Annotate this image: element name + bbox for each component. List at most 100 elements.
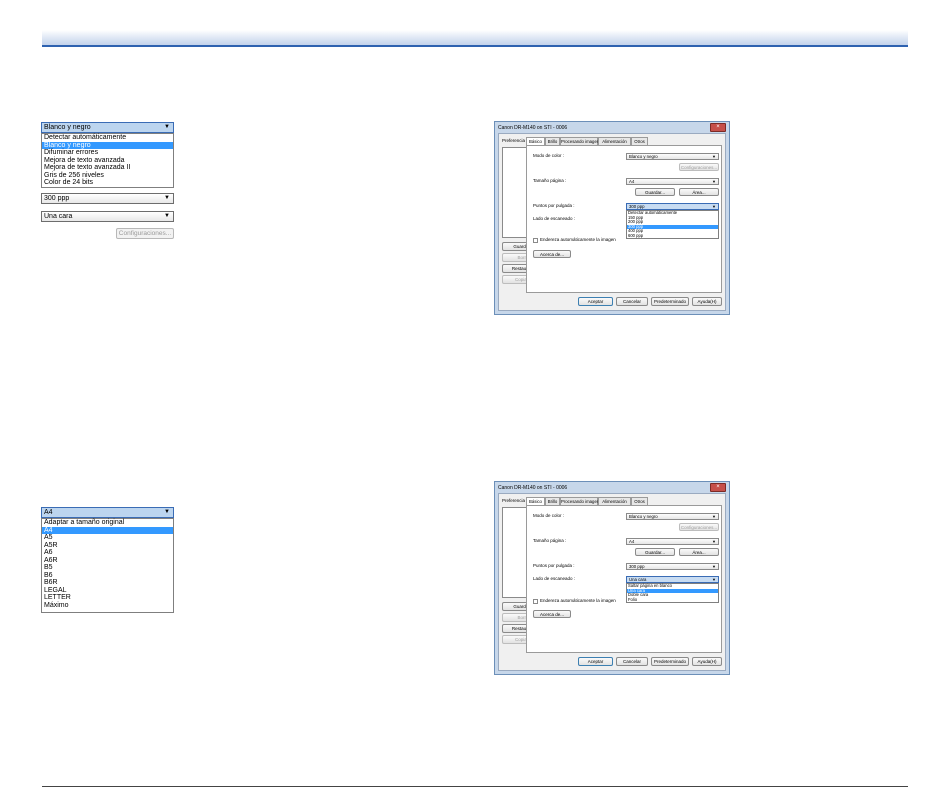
page-size-select[interactable]: A4 ▼ bbox=[41, 507, 174, 518]
register-button[interactable]: Guardar... bbox=[635, 188, 675, 196]
chevron-down-icon: ▼ bbox=[712, 564, 716, 569]
dialog-dpi-value: 300 ppp bbox=[629, 564, 645, 569]
tab-feeding[interactable]: Alimentación bbox=[598, 137, 631, 145]
scan-side-label: Lado de escaneado : bbox=[533, 216, 576, 221]
about-button[interactable]: Acerca de... bbox=[533, 250, 571, 258]
dialog-side-value: Una cara bbox=[629, 577, 647, 582]
dpi-label: Puntos por pulgada : bbox=[533, 563, 575, 568]
basic-tab-panel: Modo de color : Blanco y negro ▼ Configu… bbox=[526, 505, 722, 653]
list-item[interactable]: LETTER bbox=[42, 594, 173, 602]
tab-image-processing[interactable]: Procesando imagen bbox=[560, 137, 599, 145]
default-button[interactable]: Predeterminado bbox=[651, 657, 689, 666]
dialog-page-size-value: A4 bbox=[629, 539, 635, 544]
help-button[interactable]: Ayuda(H) bbox=[692, 657, 722, 666]
dialog-title: Canon DR-M140 on STI - 0006 bbox=[498, 125, 568, 131]
cancel-button[interactable]: Cancelar bbox=[616, 297, 648, 306]
list-item[interactable]: Difuminar errores bbox=[42, 149, 173, 157]
list-item[interactable]: Mejora de texto avanzada bbox=[42, 157, 173, 165]
help-button[interactable]: Ayuda(H) bbox=[692, 297, 722, 306]
dialog-side-option-list[interactable]: Saltar página en blanco Una cara Doble car… bbox=[626, 583, 719, 603]
chevron-down-icon: ▼ bbox=[164, 124, 170, 130]
straighten-checkbox[interactable] bbox=[533, 599, 538, 604]
dialog-color-mode-select[interactable]: Blanco y negro ▼ bbox=[626, 153, 719, 160]
tab-other[interactable]: Otros bbox=[631, 497, 648, 505]
color-mode-label: Modo de color : bbox=[533, 513, 565, 518]
scanner-dialog-side: Canon DR-M140 on STI - 0006 × Preferenci… bbox=[494, 481, 730, 675]
dialog-client: Preferencia del usuario : Guardar(V)... … bbox=[498, 133, 726, 311]
tab-brightness[interactable]: Brillo bbox=[545, 137, 560, 145]
list-item[interactable]: 600 ppp bbox=[627, 233, 718, 239]
page-size-label: Tamaño página : bbox=[533, 538, 567, 543]
tab-feeding[interactable]: Alimentación bbox=[598, 497, 631, 505]
chevron-down-icon: ▼ bbox=[712, 154, 716, 159]
list-item[interactable]: Máximo bbox=[42, 602, 173, 610]
page-size-label: Tamaño página : bbox=[533, 178, 567, 183]
close-icon[interactable]: × bbox=[710, 123, 726, 132]
list-item[interactable]: Adaptar a tamaño original bbox=[42, 519, 173, 527]
register-button[interactable]: Guardar... bbox=[635, 548, 675, 556]
settings-button[interactable]: Configuraciones... bbox=[116, 228, 174, 239]
dpi-label: Puntos por pulgada : bbox=[533, 203, 575, 208]
resolution-select-value: 300 ppp bbox=[44, 195, 70, 202]
straighten-label: Endereza automáticamente la imagen bbox=[540, 598, 616, 603]
footer-rule bbox=[42, 786, 908, 787]
color-mode-option-list[interactable]: Detectar automáticamente Blanco y negro Di… bbox=[41, 133, 174, 188]
chevron-down-icon: ▼ bbox=[712, 539, 716, 544]
dialog-color-mode-value: Blanco y negro bbox=[629, 154, 658, 159]
scanner-dialog-dpi: Canon DR-M140 on STI - 0006 × Preferenci… bbox=[494, 121, 730, 315]
list-item[interactable]: A6 bbox=[42, 549, 173, 557]
chevron-down-icon: ▼ bbox=[164, 509, 170, 515]
default-button[interactable]: Predeterminado bbox=[651, 297, 689, 306]
close-icon[interactable]: × bbox=[710, 483, 726, 492]
list-item[interactable]: Folio bbox=[627, 597, 718, 603]
dialog-dpi-option-list[interactable]: Detectar automáticamente 150 ppp 200 ppp 30… bbox=[626, 210, 719, 239]
dialog-color-mode-select[interactable]: Blanco y negro ▼ bbox=[626, 513, 719, 520]
dialog-dpi-select[interactable]: 300 ppp ▼ bbox=[626, 203, 719, 210]
ok-button[interactable]: Aceptar bbox=[578, 657, 613, 666]
list-item[interactable]: A4 bbox=[42, 526, 173, 534]
chevron-down-icon: ▼ bbox=[164, 213, 170, 219]
list-item[interactable]: A5 bbox=[42, 534, 173, 542]
tab-image-processing[interactable]: Procesando imagen bbox=[560, 497, 599, 505]
list-item[interactable]: Detectar automáticamente bbox=[42, 134, 173, 142]
config-button[interactable]: Configuraciones... bbox=[679, 523, 719, 531]
dialog-dpi-select[interactable]: 300 ppp ▼ bbox=[626, 563, 719, 570]
chevron-down-icon: ▼ bbox=[712, 577, 716, 582]
list-item[interactable]: A5R bbox=[42, 542, 173, 550]
list-item[interactable]: B6R bbox=[42, 579, 173, 587]
resolution-select[interactable]: 300 ppp ▼ bbox=[41, 193, 174, 204]
dialog-side-select[interactable]: Una cara ▼ bbox=[626, 576, 719, 583]
basic-tab-panel: Modo de color : Blanco y negro ▼ Configu… bbox=[526, 145, 722, 293]
chevron-down-icon: ▼ bbox=[164, 195, 170, 201]
ok-button[interactable]: Aceptar bbox=[578, 297, 613, 306]
cancel-button[interactable]: Cancelar bbox=[616, 657, 648, 666]
chevron-down-icon: ▼ bbox=[712, 179, 716, 184]
dialog-page-size-value: A4 bbox=[629, 179, 635, 184]
header-band bbox=[42, 30, 908, 45]
scan-side-label: Lado de escaneado : bbox=[533, 576, 576, 581]
list-item[interactable]: B5 bbox=[42, 564, 173, 572]
list-item[interactable]: Gris de 256 niveles bbox=[42, 172, 173, 180]
list-item[interactable]: Mejora de texto avanzada II bbox=[42, 164, 173, 172]
page-size-option-list[interactable]: Adaptar a tamaño original A4 A5 A5R A6 A6R B5 B… bbox=[41, 518, 174, 613]
config-button[interactable]: Configuraciones... bbox=[679, 163, 719, 171]
list-item[interactable]: Blanco y negro bbox=[42, 141, 173, 149]
list-item[interactable]: Color de 24 bits bbox=[42, 179, 173, 187]
chevron-down-icon: ▼ bbox=[712, 514, 716, 519]
scan-side-select[interactable]: Una cara ▼ bbox=[41, 211, 174, 222]
tab-brightness[interactable]: Brillo bbox=[545, 497, 560, 505]
page-size-select-value: A4 bbox=[44, 509, 53, 516]
dialog-page-size-select[interactable]: A4 ▼ bbox=[626, 178, 719, 185]
list-item[interactable]: A6R bbox=[42, 557, 173, 565]
color-mode-label: Modo de color : bbox=[533, 153, 565, 158]
about-button[interactable]: Acerca de... bbox=[533, 610, 571, 618]
list-item[interactable]: LEGAL bbox=[42, 587, 173, 595]
color-mode-select[interactable]: Blanco y negro ▼ bbox=[41, 122, 174, 133]
area-button[interactable]: Área... bbox=[679, 188, 719, 196]
dialog-page-size-select[interactable]: A4 ▼ bbox=[626, 538, 719, 545]
tab-other[interactable]: Otros bbox=[631, 137, 648, 145]
list-item[interactable]: B6 bbox=[42, 572, 173, 580]
area-button[interactable]: Área... bbox=[679, 548, 719, 556]
straighten-checkbox[interactable] bbox=[533, 238, 538, 243]
straighten-label: Endereza automáticamente la imagen bbox=[540, 237, 616, 242]
